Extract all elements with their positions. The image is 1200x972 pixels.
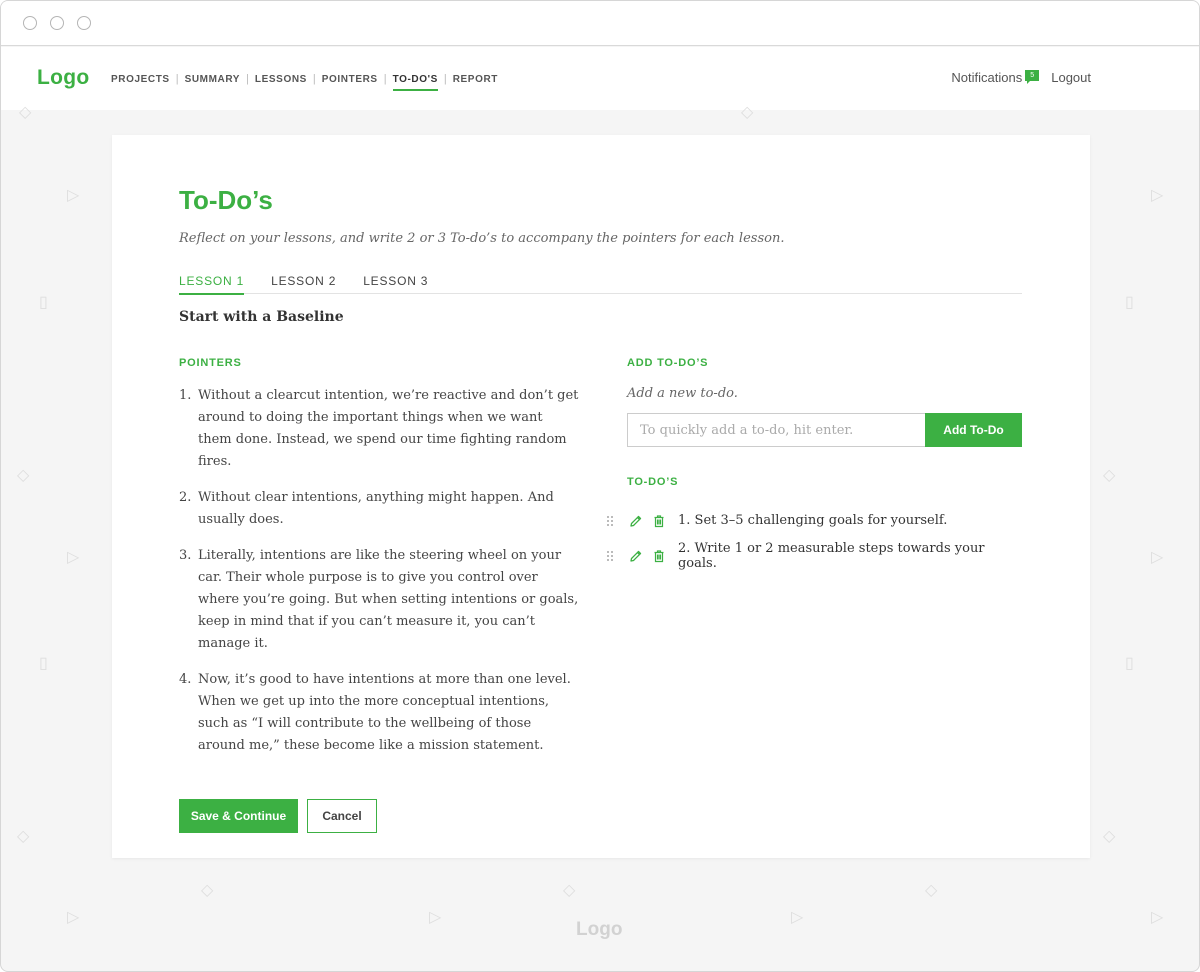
- decor-triangle-icon: ▷: [1151, 909, 1164, 926]
- pencil-icon[interactable]: [629, 514, 643, 528]
- pointers-list: 1. Without a clearcut intention, we’re r…: [179, 385, 579, 771]
- tab-lesson-1[interactable]: LESSON 1: [179, 274, 245, 295]
- tab-lesson-3[interactable]: LESSON 3: [363, 274, 428, 294]
- decor-diamond-icon: ◇: [741, 104, 754, 121]
- decor-rect-icon: ▯: [1125, 294, 1134, 311]
- page-title: To-Do’s: [179, 185, 273, 215]
- drag-handle-icon[interactable]: [607, 550, 615, 562]
- decor-diamond-icon: ◇: [17, 828, 30, 845]
- list-item: 1. Without a clearcut intention, we’re r…: [179, 385, 579, 473]
- decor-triangle-icon: ▷: [67, 187, 80, 204]
- nav-link-pointers[interactable]: POINTERS: [322, 74, 378, 85]
- nav-link-todos[interactable]: TO-DO'S: [392, 74, 439, 91]
- todos-label: TO-DO’S: [627, 476, 679, 488]
- save-continue-button[interactable]: Save & Continue: [179, 799, 298, 833]
- list-item-text: Now, it’s good to have intentions at mor…: [198, 672, 571, 753]
- brand-logo[interactable]: Logo: [37, 66, 90, 90]
- list-item-text: Literally, intentions are like the steer…: [198, 548, 579, 651]
- list-item: 4. Now, it’s good to have intentions at …: [179, 669, 579, 757]
- decor-triangle-icon: ▷: [791, 909, 804, 926]
- window-minimize-dot[interactable]: [50, 16, 64, 30]
- decor-triangle-icon: ▷: [67, 909, 80, 926]
- nav-separator: |: [312, 73, 316, 85]
- tab-lesson-2[interactable]: LESSON 2: [271, 274, 336, 294]
- nav-user-area: Notifications 5 Logout: [951, 70, 1091, 85]
- notification-icon[interactable]: 5: [1025, 70, 1040, 84]
- todo-item: 2. Write 1 or 2 measurable steps towards…: [607, 538, 1027, 573]
- lesson-tabs: LESSON 1 LESSON 2 LESSON 3: [179, 274, 1022, 295]
- decor-rect-icon: ▯: [1125, 655, 1134, 672]
- nav-separator: |: [246, 73, 249, 85]
- decor-diamond-icon: ◇: [17, 467, 30, 484]
- pointers-label: POINTERS: [179, 357, 242, 369]
- notifications-link[interactable]: Notifications: [951, 70, 1022, 85]
- decor-triangle-icon: ▷: [1151, 187, 1164, 204]
- top-navbar: Logo PROJECTS | SUMMARY | LESSONS | POIN…: [1, 47, 1199, 110]
- list-item-number: 2.: [179, 490, 192, 505]
- decor-triangle-icon: ▷: [429, 909, 442, 926]
- todo-text: 1. Set 3–5 challenging goals for yoursel…: [678, 513, 948, 528]
- nav-link-report[interactable]: REPORT: [453, 74, 498, 85]
- main-card: To-Do’s Reflect on your lessons, and wri…: [112, 135, 1090, 858]
- nav-separator: |: [175, 73, 179, 85]
- footer-logo: Logo: [576, 919, 623, 940]
- cancel-button[interactable]: Cancel: [307, 799, 377, 833]
- decor-diamond-icon: ◇: [1103, 467, 1116, 484]
- browser-window: Logo PROJECTS | SUMMARY | LESSONS | POIN…: [0, 0, 1200, 972]
- trash-icon[interactable]: [652, 514, 666, 528]
- decor-diamond-icon: ◇: [1103, 828, 1116, 845]
- decor-diamond-icon: ◇: [201, 882, 214, 899]
- decor-diamond-icon: ◇: [19, 104, 32, 121]
- trash-icon[interactable]: [652, 549, 666, 563]
- nav-separator: |: [443, 73, 447, 85]
- page-subtitle: Reflect on your lessons, and write 2 or …: [179, 231, 785, 246]
- lesson-heading: Start with a Baseline: [179, 309, 344, 325]
- decor-diamond-icon: ◇: [563, 882, 576, 899]
- todo-item: 1. Set 3–5 challenging goals for yoursel…: [607, 503, 1027, 538]
- todo-input[interactable]: [627, 413, 925, 447]
- nav-separator: |: [383, 73, 387, 85]
- window-close-dot[interactable]: [23, 16, 37, 30]
- decor-triangle-icon: ▷: [1151, 549, 1164, 566]
- decor-diamond-icon: ◇: [925, 882, 938, 899]
- decor-triangle-icon: ▷: [67, 549, 80, 566]
- todo-list: 1. Set 3–5 challenging goals for yoursel…: [607, 503, 1027, 573]
- nav-link-summary[interactable]: SUMMARY: [185, 74, 241, 85]
- list-item-number: 3.: [179, 548, 192, 563]
- list-item-text: Without a clearcut intention, we’re reac…: [198, 388, 579, 469]
- add-todo-hint: Add a new to-do.: [627, 386, 738, 401]
- decor-rect-icon: ▯: [39, 294, 48, 311]
- list-item: 2. Without clear intentions, anything mi…: [179, 487, 579, 531]
- todo-text: 2. Write 1 or 2 measurable steps towards…: [677, 540, 985, 571]
- pencil-icon[interactable]: [629, 549, 643, 563]
- add-todos-label: ADD TO-DO’S: [627, 357, 709, 369]
- window-titlebar: [1, 1, 1199, 46]
- list-item-number: 1.: [179, 388, 192, 403]
- drag-handle-icon[interactable]: [607, 515, 615, 527]
- window-maximize-dot[interactable]: [77, 16, 91, 30]
- add-todo-button[interactable]: Add To-Do: [925, 413, 1022, 447]
- nav-link-projects[interactable]: PROJECTS: [111, 74, 170, 85]
- nav-links: PROJECTS | SUMMARY | LESSONS | POINTERS …: [111, 73, 498, 91]
- list-item-number: 4.: [179, 672, 192, 687]
- logout-link[interactable]: Logout: [1051, 70, 1091, 85]
- nav-link-lessons[interactable]: LESSONS: [255, 74, 307, 85]
- list-item: 3. Literally, intentions are like the st…: [179, 545, 579, 655]
- decor-rect-icon: ▯: [39, 655, 48, 672]
- list-item-text: Without clear intentions, anything might…: [198, 490, 554, 527]
